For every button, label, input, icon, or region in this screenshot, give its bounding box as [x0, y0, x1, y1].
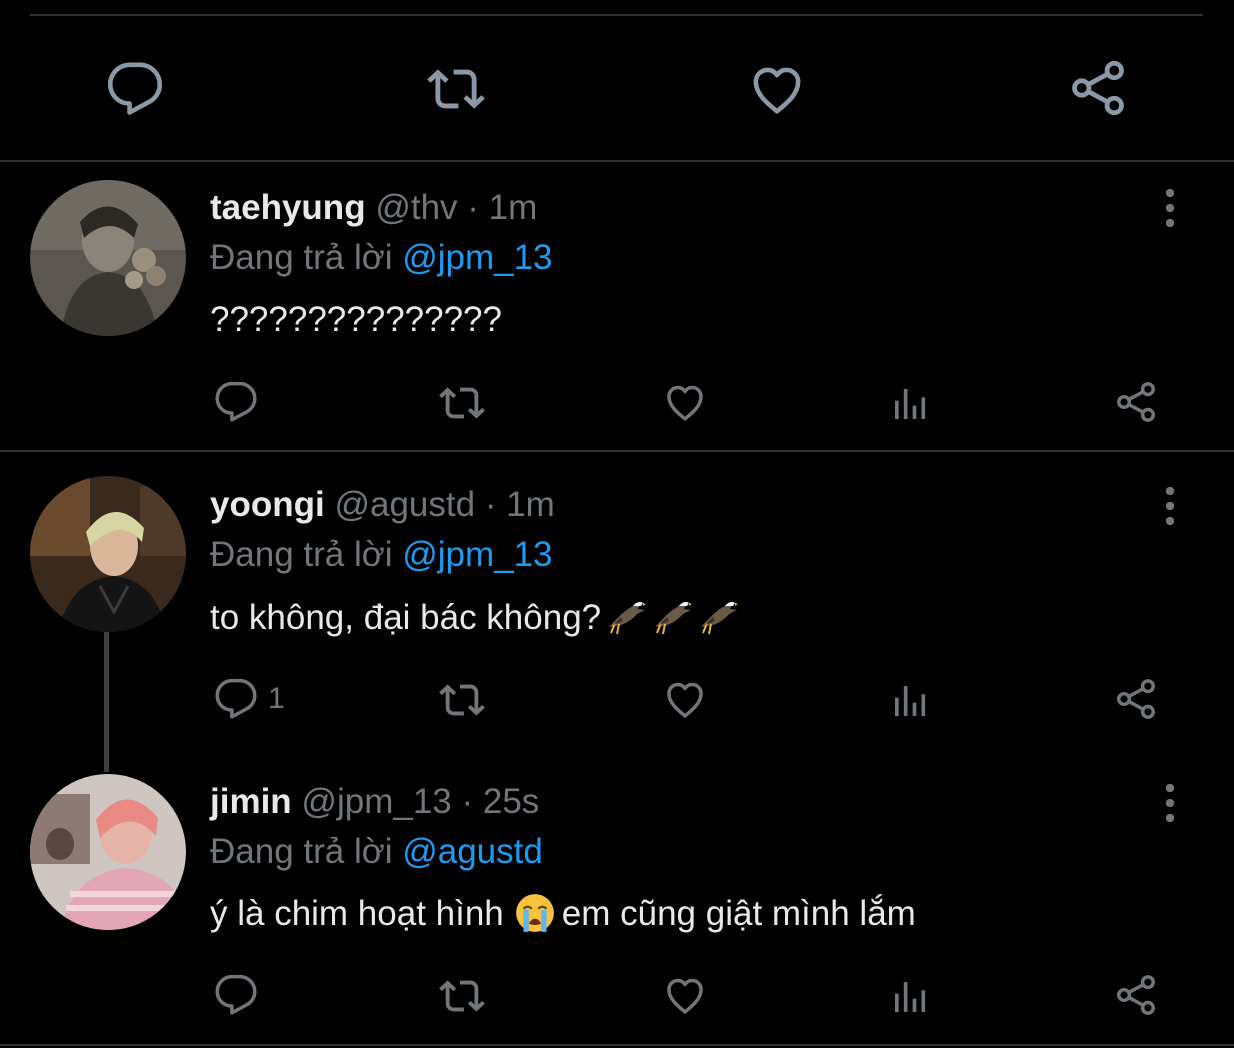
avatar-image	[30, 774, 186, 930]
tweet-text-content: to không, đại bác không?	[210, 598, 602, 637]
top-divider	[30, 14, 1203, 16]
handle[interactable]: @jpm_13	[301, 782, 451, 821]
more-options-icon[interactable]	[1164, 188, 1176, 228]
divider	[0, 450, 1234, 452]
reply-icon[interactable]	[106, 60, 164, 118]
divider	[0, 160, 1234, 162]
separator: ·	[467, 188, 479, 227]
timestamp[interactable]: 25s	[483, 782, 539, 821]
tweet-header: taehyung @thv · 1m	[210, 186, 537, 230]
reply-icon[interactable]	[214, 677, 258, 721]
timestamp[interactable]: 1m	[506, 485, 555, 524]
eagle-emoji	[607, 597, 647, 637]
divider	[0, 1044, 1234, 1046]
timestamp[interactable]: 1m	[489, 188, 538, 227]
display-name[interactable]: taehyung	[210, 188, 366, 227]
tweet-header: jimin @jpm_13 · 25s	[210, 780, 539, 824]
share-icon[interactable]	[1114, 973, 1158, 1017]
views-icon[interactable]	[890, 977, 930, 1017]
mention-link[interactable]: @agustd	[402, 832, 543, 871]
loudly-crying-face-emoji	[514, 892, 556, 934]
mention-link[interactable]: @jpm_13	[402, 535, 552, 574]
views-icon[interactable]	[890, 384, 930, 424]
retweet-icon[interactable]	[437, 677, 487, 723]
retweet-icon[interactable]	[437, 973, 487, 1019]
avatar-image	[30, 180, 186, 336]
display-name[interactable]: yoongi	[210, 485, 325, 524]
views-icon[interactable]	[890, 681, 930, 721]
avatar-yoongi[interactable]	[30, 476, 186, 632]
tweet-text: ???????????????	[210, 300, 502, 339]
separator: ·	[461, 782, 474, 821]
retweet-icon[interactable]	[437, 380, 487, 426]
tweet-header: yoongi @agustd · 1m	[210, 483, 555, 527]
avatar-jimin[interactable]	[30, 774, 186, 930]
like-icon[interactable]	[662, 973, 708, 1017]
replying-label: Đang trả lời	[210, 535, 393, 574]
separator: ·	[484, 485, 497, 524]
handle[interactable]: @agustd	[334, 485, 475, 524]
retweet-icon[interactable]	[424, 60, 488, 118]
replying-label: Đang trả lời	[210, 832, 393, 871]
handle[interactable]: @thv	[375, 188, 457, 227]
tweet-text-after: em cũng giật mình lắm	[561, 894, 916, 933]
like-icon[interactable]	[662, 677, 708, 721]
like-icon[interactable]	[746, 60, 808, 118]
avatar-taehyung[interactable]	[30, 180, 186, 336]
replying-to-line: Đang trả lời @agustd	[210, 830, 543, 874]
mention-link[interactable]: @jpm_13	[402, 238, 552, 277]
reply-count: 1	[268, 682, 285, 715]
eagle-emoji	[699, 597, 739, 637]
display-name[interactable]: jimin	[210, 782, 292, 821]
thread-connector	[104, 632, 109, 772]
tweet-text: ý là chim hoạt hình em cũng giật mình lắm	[210, 890, 916, 938]
replying-label: Đang trả lời	[210, 238, 393, 277]
reply-icon[interactable]	[214, 973, 258, 1017]
share-icon[interactable]	[1114, 380, 1158, 424]
reply-icon[interactable]	[214, 380, 258, 424]
replying-to-line: Đang trả lời @jpm_13	[210, 533, 553, 577]
share-icon[interactable]	[1114, 677, 1158, 721]
tweet-text: to không, đại bác không?	[210, 594, 739, 642]
like-icon[interactable]	[662, 380, 708, 424]
tweet-text-before: ý là chim hoạt hình	[210, 894, 504, 933]
avatar-image	[30, 476, 186, 632]
replying-to-line: Đang trả lời @jpm_13	[210, 236, 553, 280]
share-icon[interactable]	[1068, 58, 1128, 118]
eagle-emoji	[653, 597, 693, 637]
more-options-icon[interactable]	[1164, 783, 1176, 823]
more-options-icon[interactable]	[1164, 486, 1176, 526]
